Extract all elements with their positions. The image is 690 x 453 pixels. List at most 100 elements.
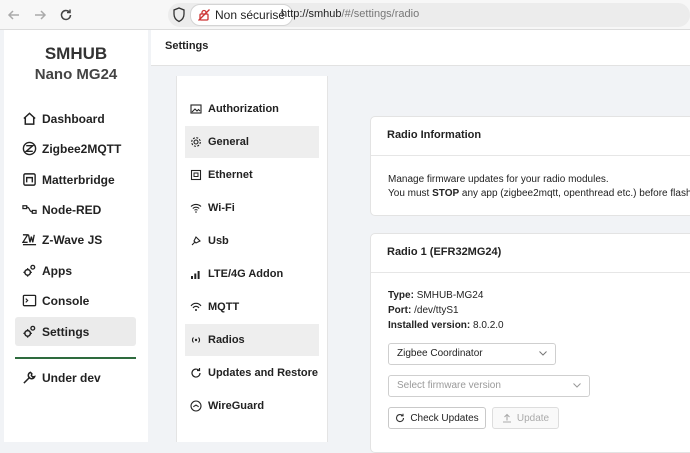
settings-item-wireguard[interactable]: WireGuard xyxy=(185,390,319,422)
back-button[interactable] xyxy=(4,5,24,25)
reload-button[interactable] xyxy=(56,5,76,25)
forward-button[interactable] xyxy=(30,5,50,25)
settings-item-lte[interactable]: LTE/4G Addon xyxy=(185,258,319,290)
check-updates-button[interactable]: Check Updates xyxy=(388,407,486,429)
sidebar-item-apps[interactable]: Apps xyxy=(15,256,136,285)
security-label: Non sécurisé xyxy=(215,8,286,22)
settings-item-mqtt[interactable]: MQTT xyxy=(185,291,319,323)
update-button[interactable]: Update xyxy=(492,407,559,429)
radio-info-line2-end: any app (zigbee2mqtt, openthread etc.) b… xyxy=(459,188,690,199)
settings-item-radios[interactable]: Radios xyxy=(185,324,319,356)
sidebar-item-label: Apps xyxy=(42,263,72,278)
refresh-icon xyxy=(189,366,203,380)
shield-icon[interactable] xyxy=(172,7,186,23)
sidebar-item-label: Node-RED xyxy=(42,202,102,217)
sidebar-item-label: Settings xyxy=(42,324,90,339)
sidebar-item-label: Under dev xyxy=(42,370,101,385)
sidebar-item-zigbee2mqtt[interactable]: Zigbee2MQTT xyxy=(15,134,136,163)
settings-gear-icon xyxy=(21,324,37,340)
firmware-version-select[interactable]: Select firmware version xyxy=(388,375,590,397)
radio-version-label: Installed version: xyxy=(388,320,471,331)
radio-port-label: Port: xyxy=(388,305,412,316)
radio-port-row: Port: /dev/ttyS1 xyxy=(388,305,459,316)
ethernet-icon xyxy=(189,168,203,182)
url-text[interactable]: http://smhub/#/settings/radio xyxy=(281,8,419,20)
radio-info-text: Manage firmware updates for your radio m… xyxy=(388,173,690,201)
radio-icon xyxy=(189,333,203,347)
sidebar-item-z-wave-js[interactable]: Z-Wave JS xyxy=(15,225,136,254)
settings-item-label: General xyxy=(208,136,249,148)
settings-item-label: LTE/4G Addon xyxy=(208,268,284,280)
arrow-right-icon xyxy=(35,10,47,20)
settings-item-authorization[interactable]: Authorization xyxy=(185,93,319,125)
chevron-down-icon xyxy=(539,351,547,356)
sidebar-item-label: Matterbridge xyxy=(42,172,115,187)
sidebar-item-label: Console xyxy=(42,293,90,308)
chevron-down-icon xyxy=(573,383,581,388)
radio-1-title: Radio 1 (EFR32MG24) xyxy=(371,234,690,273)
image-icon xyxy=(189,102,203,116)
gear-icon xyxy=(189,135,203,149)
radio-info-title: Radio Information xyxy=(371,117,690,156)
settings-item-label: Radios xyxy=(208,334,245,346)
firmware-version-placeholder: Select firmware version xyxy=(397,380,501,391)
arrow-left-icon xyxy=(7,10,19,20)
settings-menu: Authorization General Ethernet Wi-Fi Usb… xyxy=(176,76,328,442)
upload-icon xyxy=(502,413,511,423)
settings-item-usb[interactable]: Usb xyxy=(185,225,319,257)
security-indicator[interactable]: Non sécurisé xyxy=(190,4,294,26)
refresh-icon xyxy=(396,413,405,423)
zigbee-icon xyxy=(21,141,37,157)
url-path: /#/settings/radio xyxy=(341,8,420,20)
sidebar-divider xyxy=(15,357,136,359)
radio-port-value: /dev/ttyS1 xyxy=(414,305,459,316)
settings-item-label: WireGuard xyxy=(208,400,265,412)
page-header: Settings xyxy=(151,30,690,66)
settings-item-label: Ethernet xyxy=(208,169,253,181)
update-label: Update xyxy=(516,412,550,424)
wrench-icon xyxy=(21,370,37,386)
radio-1-card: Radio 1 (EFR32MG24) Type: SMHUB-MG24 Por… xyxy=(370,233,690,453)
settings-item-updates-restore[interactable]: Updates and Restore xyxy=(185,357,319,389)
sidebar-item-node-red[interactable]: Node-RED xyxy=(15,195,136,224)
check-updates-label: Check Updates xyxy=(410,412,479,424)
sidebar-item-settings[interactable]: Settings xyxy=(15,317,136,346)
radio-info-card: Radio Information Manage firmware update… xyxy=(370,116,690,216)
browser-toolbar: Non sécurisé http://smhub/#/settings/rad… xyxy=(0,0,690,30)
zwave-icon xyxy=(21,232,37,248)
radio-info-stop-warning: STOP xyxy=(432,188,460,199)
reload-icon xyxy=(60,9,72,21)
radio-type-row: Type: SMHUB-MG24 xyxy=(388,290,483,301)
brand-subtitle: Nano MG24 xyxy=(34,66,118,83)
radio-type-value: SMHUB-MG24 xyxy=(416,290,484,301)
sidebar: SMHUB Nano MG24 Dashboard Zigbee2MQTT Ma… xyxy=(4,30,148,442)
radio-version-value: 8.0.2.0 xyxy=(473,320,504,331)
radio-info-line2-start: You must xyxy=(388,188,433,199)
radio-mode-select[interactable]: Zigbee Coordinator xyxy=(388,343,556,365)
sidebar-item-label: Dashboard xyxy=(42,111,105,126)
sidebar-item-under-dev[interactable]: Under dev xyxy=(15,363,136,392)
page-title: Settings xyxy=(165,40,209,52)
settings-item-wifi[interactable]: Wi-Fi xyxy=(185,192,319,224)
sidebar-item-label: Zigbee2MQTT xyxy=(42,141,122,156)
settings-item-label: Usb xyxy=(208,235,229,247)
sidebar-item-console[interactable]: Console xyxy=(15,286,136,315)
sidebar-item-matterbridge[interactable]: Matterbridge xyxy=(15,165,136,194)
home-icon xyxy=(21,111,37,127)
settings-item-general[interactable]: General xyxy=(185,126,319,158)
usb-icon xyxy=(189,234,203,248)
settings-item-label: Authorization xyxy=(208,103,279,115)
wifi-icon xyxy=(189,201,203,215)
radio-info-line2: You must STOP any app (zigbee2mqtt, open… xyxy=(388,187,690,201)
insecure-lock-icon xyxy=(198,9,210,21)
sidebar-item-dashboard[interactable]: Dashboard xyxy=(15,104,136,133)
settings-item-label: Wi-Fi xyxy=(208,202,235,214)
nodered-icon xyxy=(21,202,37,218)
brand-title: SMHUB xyxy=(44,44,108,63)
apps-gear-icon xyxy=(21,263,37,279)
settings-item-label: Updates and Restore xyxy=(208,367,319,379)
settings-item-label: MQTT xyxy=(208,301,240,313)
settings-item-ethernet[interactable]: Ethernet xyxy=(185,159,319,191)
signal-icon xyxy=(189,267,203,281)
radio-version-row: Installed version: 8.0.2.0 xyxy=(388,320,504,331)
